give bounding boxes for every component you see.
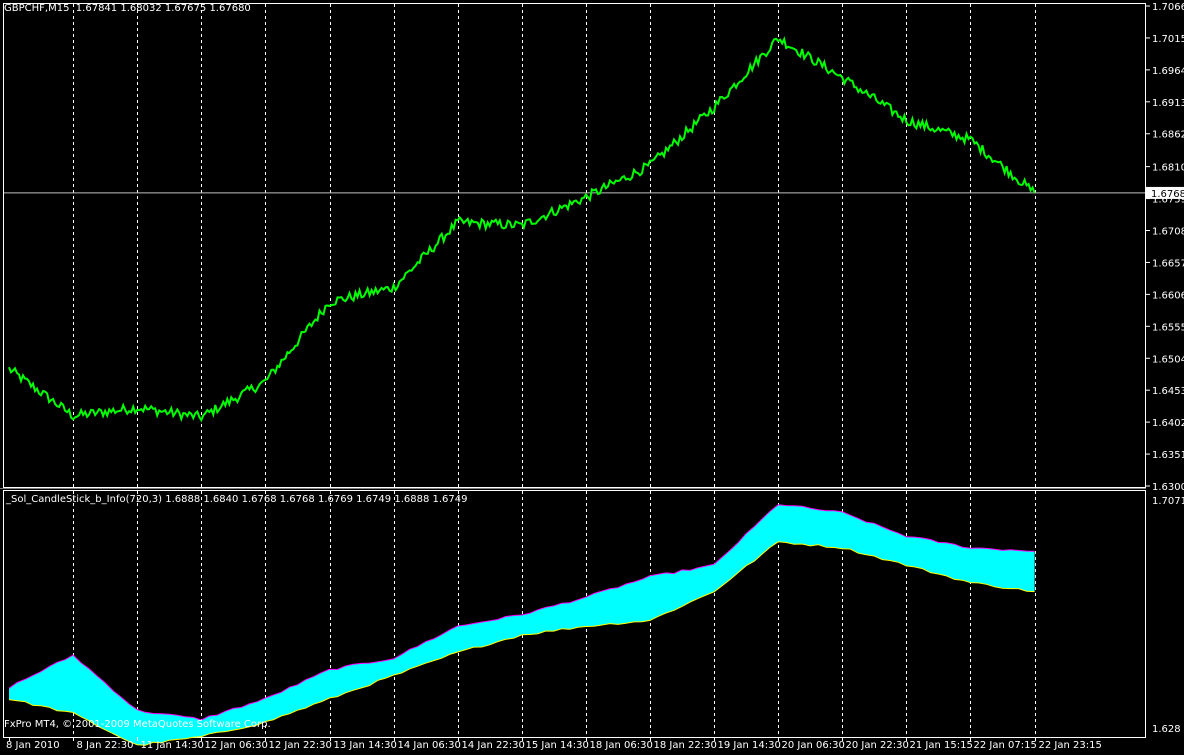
price-axis-label: 1.64020 [1152,418,1184,429]
copyright-text: FxPro MT4, © 2001-2009 MetaQuotes Softwa… [4,719,271,730]
price-axis-label: 1.69135 [1152,98,1184,109]
chart-window[interactable]: 8 Jan 2010 8 Jan 22:30 11 Jan 14:30 12 Jan … [0,0,1184,751]
chart-canvas[interactable]: 8 Jan 2010 8 Jan 22:30 11 Jan 14:30 12 Jan … [0,0,1184,751]
price-axis-label: 1.66570 [1152,258,1184,269]
indicator-title: _Sol_CandleStick_b_Info(720,3) 1.6888 1.… [6,494,468,506]
time-axis-label: 12 Jan 22:30 [269,740,332,751]
price-axis-label: 1.65550 [1152,322,1184,333]
price-axis-label: 1.67080 [1152,227,1184,238]
high-value: 1.68032 [120,3,162,14]
indicator-value: 1.6768 [241,494,277,505]
price-axis-label: 1.70155 [1152,34,1184,45]
time-axis-label: 8 Jan 22:30 [77,740,134,751]
time-axis-label: 22 Jan 23:15 [1039,740,1102,751]
price-axis-label: 1.63000 [1152,482,1184,493]
indicator-fill [9,504,1035,746]
time-axis-label: 11 Jan 14:30 [141,740,204,751]
indicator-value: 1.6888 [394,494,430,505]
price-axis-label: 1.68100 [1152,163,1184,174]
price-axis-label: 1.63510 [1152,450,1184,461]
indicator-name: _Sol_CandleStick_b_Info(720,3) [6,494,163,505]
time-axis-label: 15 Jan 14:30 [526,740,589,751]
time-axis-label: 14 Jan 22:30 [462,740,525,751]
indicator-value: 1.6768 [279,494,315,505]
indicator-value: 1.6840 [203,494,239,505]
time-axis-label: 19 Jan 14:30 [718,740,781,751]
time-axis-label: 8 Jan 2010 [6,740,60,751]
price-axis-label: 1.66060 [1152,290,1184,301]
symbol-label: GBPCHF,M15 [4,3,70,14]
price-axis-label: 1.64530 [1152,386,1184,397]
main-chart-title: GBPCHF,M15 1.67841 1.68032 1.67675 1.676… [4,3,251,15]
time-axis-label: 18 Jan 06:30 [590,740,653,751]
open-value: 1.67841 [75,3,118,14]
price-series-line[interactable] [8,36,1036,423]
indicator-axis-label: 1.628 [1152,724,1181,735]
time-axis-label: 14 Jan 06:30 [398,740,461,751]
low-value: 1.67675 [164,3,207,14]
price-axis-label: 1.68625 [1152,130,1184,141]
time-axis-label: 18 Jan 22:30 [654,740,717,751]
price-axis-label: 1.70665 [1152,2,1184,13]
time-axis-label: 20 Jan 06:30 [782,740,845,751]
time-axis-label: 12 Jan 06:30 [205,740,268,751]
time-axis-label: 13 Jan 14:30 [334,740,397,751]
indicator-value: 1.6749 [432,494,468,505]
indicator-value: 1.6888 [165,494,201,505]
close-value: 1.67680 [209,3,251,14]
indicator-value: 1.6749 [356,494,392,505]
indicator-axis-label: 1.7071 [1152,496,1184,507]
indicator-value: 1.6769 [317,494,353,505]
price-axis-label: 1.69645 [1152,66,1184,77]
time-axis-label: 22 Jan 07:15 [974,740,1037,751]
price-axis-label: 1.65040 [1152,354,1184,365]
time-axis-label: 20 Jan 22:30 [846,740,909,751]
current-price-label: 1.67680 [1151,189,1184,200]
time-axis-label: 21 Jan 15:15 [910,740,973,751]
